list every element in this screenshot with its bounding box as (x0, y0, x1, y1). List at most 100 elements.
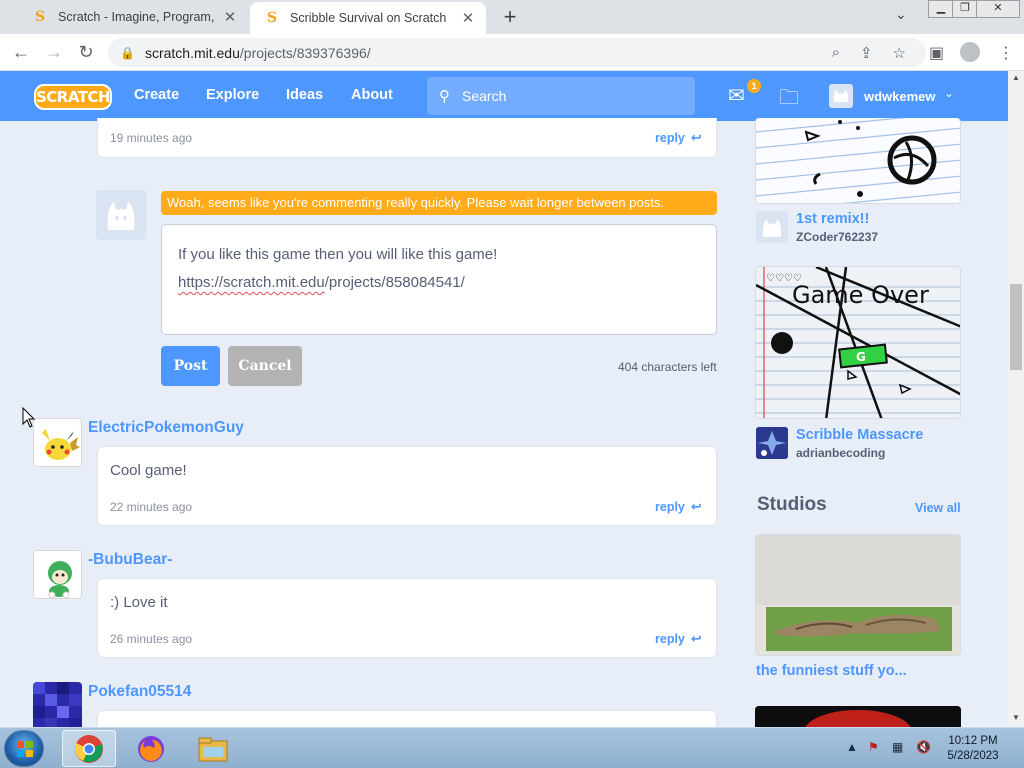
windows-taskbar: ▲ ⚑ ▦ 🔇 10:12 PM 5/28/2023 (0, 727, 1024, 768)
scroll-down-arrow-icon[interactable]: ▼ (1012, 713, 1020, 722)
studios-view-all-link[interactable]: View all (915, 501, 961, 515)
bookmark-star-icon[interactable]: ☆ (893, 44, 906, 62)
commenter-avatar[interactable] (33, 550, 82, 599)
profile-avatar-icon[interactable] (960, 42, 980, 62)
share-icon[interactable]: ⇪ (860, 44, 873, 62)
scrollbar-thumb[interactable] (1010, 284, 1022, 370)
action-center-flag-icon[interactable]: ⚑ (868, 740, 879, 754)
taskbar-chrome-icon[interactable] (62, 730, 116, 767)
zoom-search-icon[interactable]: ⌕ (832, 44, 840, 62)
scratch-header: SCRATCH Create Explore Ideas About ⚲ Sea… (0, 71, 1008, 121)
reply-button[interactable]: reply ↩ (655, 499, 702, 515)
scratch-favicon-icon: S (266, 10, 278, 26)
commenter-username[interactable]: Pokefan05514 (88, 683, 191, 701)
remix-thumbnail[interactable]: G Game Over ♡♡♡♡ (755, 266, 961, 419)
studio-thumbnail[interactable] (755, 534, 961, 656)
commenter-username[interactable]: -BubuBear- (88, 551, 172, 569)
remix-title[interactable]: 1st remix!! (796, 211, 869, 227)
new-tab-button[interactable]: + (498, 5, 522, 29)
svg-text:G: G (856, 350, 866, 364)
cancel-button[interactable]: Cancel (228, 346, 302, 386)
commenter-avatar[interactable] (33, 418, 82, 467)
reply-arrow-icon: ↩ (690, 130, 702, 145)
side-panel-icon[interactable]: ▣ (929, 43, 944, 63)
address-bar[interactable]: 🔒 scratch.mit.edu/projects/839376396/ (108, 38, 926, 67)
comment-textarea[interactable]: If you like this game then you will like… (161, 224, 717, 335)
messages-count-badge: 1 (747, 79, 761, 93)
comment-time: 22 minutes ago (110, 500, 193, 514)
comment-draft-line1: If you like this game then you will like… (178, 246, 498, 263)
nav-ideas[interactable]: Ideas (286, 87, 323, 103)
taskbar-clock[interactable]: 10:12 PM 5/28/2023 (938, 734, 1008, 764)
comment-time: 19 minutes ago (110, 131, 193, 145)
url-path: /projects/839376396/ (239, 44, 371, 61)
search-icon: ⚲ (439, 88, 450, 105)
close-tab-icon[interactable]: ✕ (456, 9, 480, 27)
reply-label: reply (655, 500, 685, 514)
comment-time: 26 minutes ago (110, 632, 193, 646)
page-scrollbar[interactable]: ▲ ▼ (1008, 71, 1024, 727)
post-button[interactable]: Post (161, 346, 220, 386)
studio-title[interactable]: the funniest stuff yo... (756, 663, 907, 679)
reply-button[interactable]: reply ↩ (655, 130, 702, 146)
comment-card: Cool game! 22 minutes ago reply ↩ (97, 446, 717, 526)
comment-card: :) Love it 26 minutes ago reply ↩ (97, 578, 717, 658)
browser-menu-icon[interactable]: ⋮ (998, 43, 1014, 63)
remix-author-avatar[interactable] (756, 211, 788, 243)
reload-icon[interactable]: ↻ (75, 42, 97, 63)
remix-thumbnail[interactable] (755, 118, 961, 204)
comment-text: Cool game! (110, 462, 187, 479)
reply-button[interactable]: reply ↩ (655, 631, 702, 647)
reply-arrow-icon: ↩ (690, 499, 702, 514)
account-dropdown-chevron-icon[interactable]: ⌄ (944, 86, 954, 100)
remix-title[interactable]: Scribble Massacre (796, 427, 923, 443)
remix-author[interactable]: adrianbecoding (796, 446, 885, 460)
browser-tab-strip: S Scratch - Imagine, Program, Share ✕ S … (0, 0, 1024, 34)
close-tab-icon[interactable]: ✕ (218, 8, 242, 26)
my-stuff-folder-icon[interactable]: 🗀 (779, 83, 799, 117)
close-window-button[interactable]: ✕ (976, 0, 1020, 18)
messages-envelope-icon[interactable]: ✉ (728, 83, 745, 108)
commenter-username[interactable]: ElectricPokemonGuy (88, 419, 244, 437)
volume-muted-icon[interactable]: 🔇 (916, 740, 931, 754)
scratch-favicon-icon: S (34, 9, 46, 25)
my-avatar (96, 190, 146, 240)
nav-explore[interactable]: Explore (206, 87, 259, 103)
back-arrow-icon[interactable]: ← (10, 42, 32, 63)
show-hidden-icons-chevron-icon[interactable]: ▲ (846, 740, 858, 754)
svg-text:♡♡♡♡: ♡♡♡♡ (766, 273, 802, 284)
scratch-logo[interactable]: SCRATCH (34, 84, 112, 110)
nav-create[interactable]: Create (134, 87, 179, 103)
clock-date: 5/28/2023 (947, 750, 999, 762)
game-over-drawn-text: Game Over (792, 281, 929, 309)
taskbar-firefox-icon[interactable] (124, 730, 178, 767)
forward-arrow-icon[interactable]: → (43, 42, 65, 63)
windows-start-button[interactable] (4, 730, 44, 767)
browser-tab-scratch-home[interactable]: S Scratch - Imagine, Program, Share ✕ (18, 0, 248, 34)
browser-toolbar: ← → ↻ 🔒 scratch.mit.edu/projects/8393763… (0, 34, 1024, 71)
comment-draft-url-host: https://scratch.mit.edu (178, 274, 325, 291)
network-icon[interactable]: ▦ (892, 740, 903, 754)
minimize-window-button[interactable]: ▁ (928, 0, 954, 18)
search-placeholder: Search (462, 88, 507, 104)
taskbar-file-explorer-icon[interactable] (186, 730, 240, 767)
reply-label: reply (655, 632, 685, 646)
header-user-avatar[interactable] (829, 84, 853, 108)
remix-author-avatar[interactable] (756, 427, 788, 459)
reply-label: reply (655, 131, 685, 145)
remix-author[interactable]: ZCoder762237 (796, 230, 878, 244)
browser-tab-scribble-survival[interactable]: S Scribble Survival on Scratch ✕ (250, 2, 486, 34)
comment-draft-url-path: /projects/858084541/ (324, 274, 465, 291)
studio-thumbnail[interactable] (755, 706, 961, 727)
restore-window-button[interactable]: ❐ (952, 0, 978, 18)
header-username[interactable]: wdwkemew (864, 89, 936, 104)
nav-about[interactable]: About (351, 87, 393, 103)
search-input[interactable]: ⚲ Search (427, 77, 695, 115)
characters-left: 404 characters left (618, 360, 717, 374)
comment-text: :) Love it (110, 594, 168, 611)
tab-search-chevron-icon[interactable]: ⌄ (895, 6, 907, 23)
reply-arrow-icon: ↩ (690, 631, 702, 646)
lock-icon: 🔒 (120, 45, 135, 60)
scroll-up-arrow-icon[interactable]: ▲ (1012, 73, 1020, 82)
commenter-avatar[interactable] (33, 682, 82, 731)
